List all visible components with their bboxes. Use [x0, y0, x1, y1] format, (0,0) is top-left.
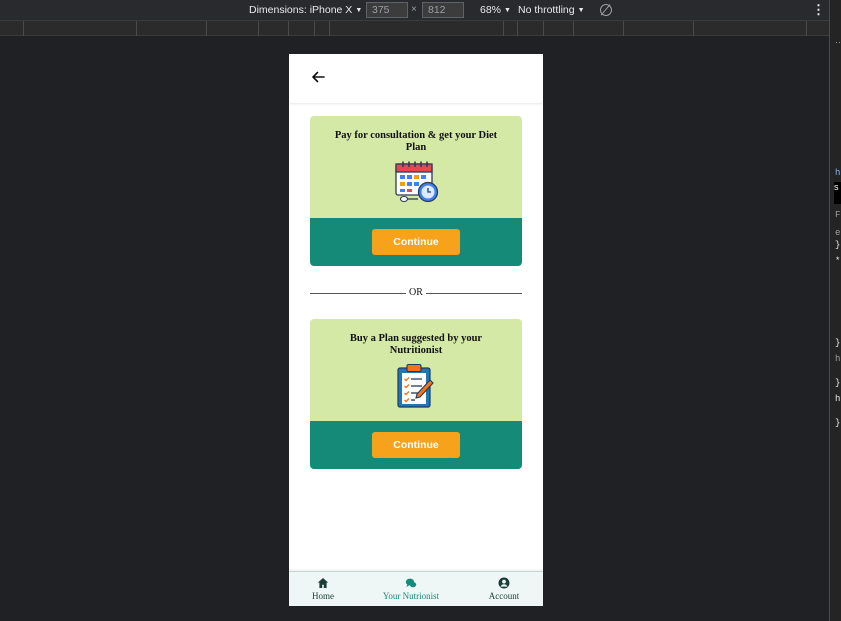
or-divider: OR	[310, 287, 522, 299]
continue-button[interactable]: Continue	[372, 229, 460, 255]
ruler-segment[interactable]	[258, 21, 259, 36]
side-glyph: h	[835, 394, 841, 404]
home-icon	[317, 578, 329, 588]
nav-item-your-nutrionist[interactable]: Your Nutrionist	[375, 574, 447, 606]
side-glyph: e	[835, 228, 841, 238]
panel-dots-icon[interactable]: ⋯	[835, 38, 841, 48]
side-glyph: }	[835, 338, 841, 348]
card-title: Buy a Plan suggested by your Nutritionis…	[349, 333, 483, 356]
nav-label: Your Nutrionist	[382, 591, 440, 601]
or-label: OR	[406, 287, 426, 299]
side-glyph: }	[835, 240, 841, 250]
devtools-side-panel: ⋯ h s F e } * } h } h }	[829, 0, 841, 621]
ruler-segment[interactable]	[693, 21, 694, 36]
divider-line	[310, 293, 406, 294]
ruler-segment[interactable]	[136, 21, 137, 36]
device-selector-label: Dimensions: iPhone X	[249, 4, 353, 16]
rotate-icon[interactable]	[600, 4, 612, 16]
bottom-navigation: Home Your Nutrionist Account	[289, 571, 543, 606]
nutritionist-plan-card: Buy a Plan suggested by your Nutritionis…	[310, 319, 522, 469]
nav-item-home[interactable]: Home	[303, 574, 343, 606]
side-selected-tab[interactable]: s	[834, 182, 841, 204]
chevron-down-icon: ▼	[504, 6, 511, 14]
throttling-selector[interactable]: No throttling ▼	[518, 4, 585, 16]
clipboard-checklist-icon	[397, 363, 434, 408]
nav-label: Home	[312, 591, 334, 601]
continue-button[interactable]: Continue	[372, 432, 460, 458]
ruler-segment[interactable]	[329, 21, 330, 36]
side-glyph: *	[835, 256, 841, 266]
devtools-device-toolbar: Dimensions: iPhone X ▼ × 68% ▼ No thrott…	[0, 0, 829, 21]
ruler-segment[interactable]	[314, 21, 315, 36]
side-glyph: F	[835, 210, 841, 220]
width-input[interactable]	[366, 2, 408, 18]
zoom-label: 68%	[480, 4, 502, 16]
side-glyph: h	[835, 354, 841, 364]
nav-item-account[interactable]: Account	[481, 574, 527, 606]
more-options-icon[interactable]: ⋮	[812, 3, 825, 16]
ruler-segment[interactable]	[503, 21, 504, 36]
card-footer: Continue	[310, 218, 522, 266]
side-glyph: }	[835, 418, 841, 428]
side-glyph: h	[835, 168, 841, 178]
card-footer: Continue	[310, 421, 522, 469]
zoom-selector[interactable]: 68% ▼	[480, 4, 511, 16]
ruler-segment[interactable]	[573, 21, 574, 36]
device-selector[interactable]: Dimensions: iPhone X ▼	[249, 4, 362, 16]
side-glyph: }	[835, 378, 841, 388]
ruler-segment[interactable]	[23, 21, 24, 36]
ruler-segment[interactable]	[288, 21, 289, 36]
chat-bubbles-icon	[405, 578, 417, 588]
consultation-card: Pay for consultation & get your Diet Pla…	[310, 116, 522, 266]
ruler-segment[interactable]	[517, 21, 518, 36]
card-body: Buy a Plan suggested by your Nutritionis…	[310, 319, 522, 421]
ruler-segment[interactable]	[806, 21, 807, 36]
ruler-segment[interactable]	[623, 21, 624, 36]
card-body: Pay for consultation & get your Diet Pla…	[310, 116, 522, 218]
times-symbol: ×	[411, 4, 417, 15]
nav-label: Account	[488, 591, 520, 601]
chevron-down-icon: ▼	[355, 6, 363, 14]
throttling-label: No throttling	[518, 4, 575, 16]
app-header	[289, 54, 543, 103]
media-query-ruler	[0, 21, 829, 36]
chevron-down-icon: ▼	[577, 6, 585, 14]
divider-line	[426, 293, 522, 294]
height-input[interactable]	[422, 2, 464, 18]
ruler-segment[interactable]	[543, 21, 544, 36]
account-icon	[498, 577, 510, 589]
mobile-viewport: Pay for consultation & get your Diet Pla…	[289, 54, 543, 606]
calendar-clock-icon	[395, 161, 439, 203]
arrow-left-icon[interactable]	[309, 68, 327, 86]
card-title: Pay for consultation & get your Diet Pla…	[334, 130, 498, 153]
ruler-segment[interactable]	[206, 21, 207, 36]
